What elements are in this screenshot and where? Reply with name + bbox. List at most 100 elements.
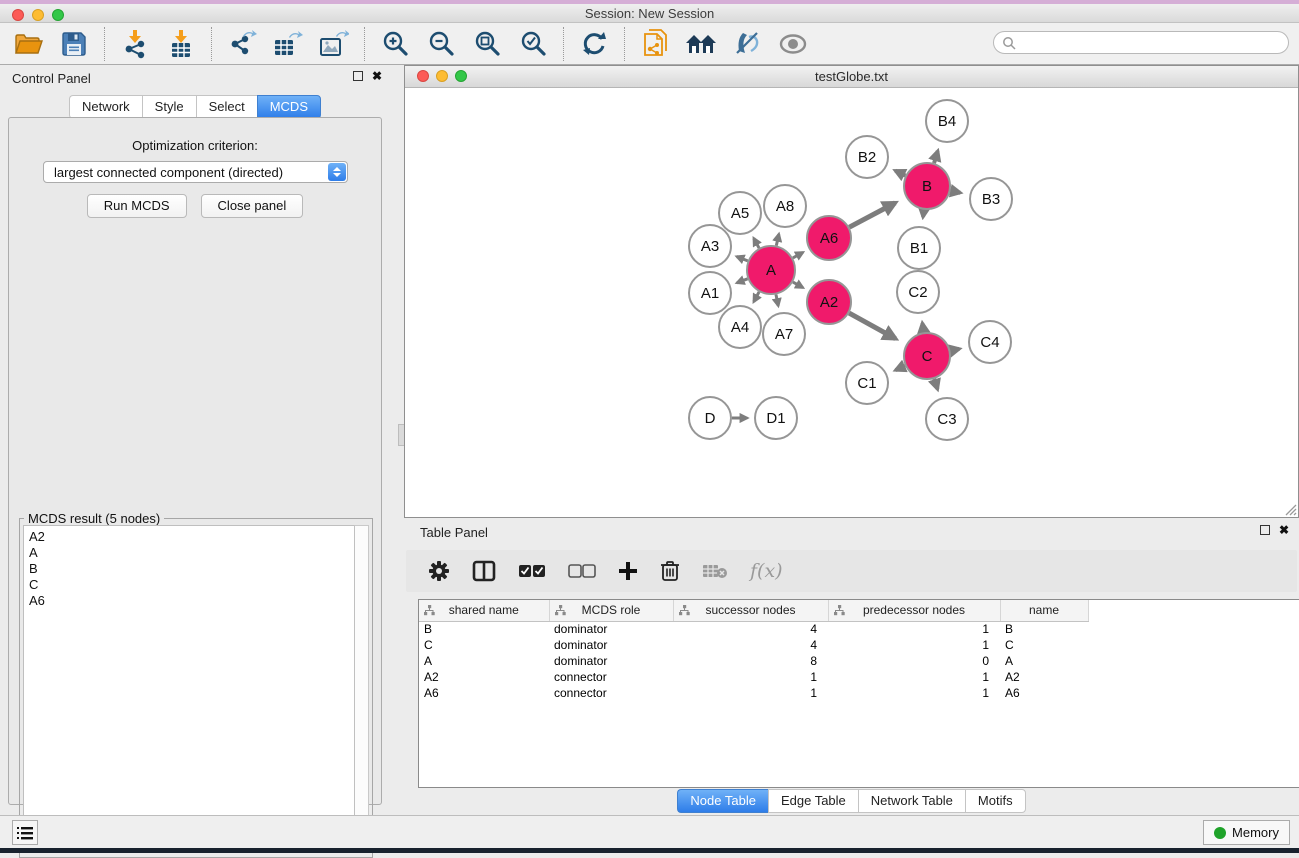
table-close-panel-icon[interactable]: ✖ [1279, 525, 1289, 535]
close-panel-button[interactable]: Close panel [201, 194, 304, 218]
search-input[interactable] [993, 31, 1289, 54]
table-cell[interactable]: connector [549, 669, 673, 685]
result-item[interactable]: A6 [29, 593, 349, 609]
tab-style[interactable]: Style [142, 95, 196, 119]
edge-C-C2[interactable] [922, 323, 923, 332]
edge-B-B1[interactable] [923, 210, 924, 217]
show-column-icon[interactable] [472, 560, 496, 582]
column-header-successor-nodes[interactable]: successor nodes [673, 600, 828, 621]
edge-C-C3[interactable] [934, 379, 937, 389]
edge-A6-B[interactable] [849, 203, 895, 227]
edge-A-A2[interactable] [793, 282, 803, 288]
edge-B-B3[interactable] [951, 191, 961, 193]
edge-A2-C[interactable] [849, 313, 895, 339]
network-from-clipboard-icon[interactable] [637, 27, 673, 61]
unselect-all-columns-icon[interactable] [568, 564, 596, 578]
zoom-selected-icon[interactable] [515, 27, 551, 61]
table-cell[interactable]: A6 [419, 685, 549, 701]
table-cell[interactable]: C [1000, 637, 1088, 653]
edge-A-A8[interactable] [776, 234, 779, 245]
tab-network[interactable]: Network [69, 95, 142, 119]
delete-column-icon[interactable] [660, 560, 680, 582]
resize-grip-icon[interactable] [1283, 502, 1297, 516]
edge-A-A7[interactable] [776, 294, 778, 305]
close-panel-icon[interactable]: ✖ [372, 71, 382, 81]
table-cell[interactable]: 4 [673, 621, 828, 637]
export-table-icon[interactable] [270, 27, 306, 61]
table-cell[interactable]: 1 [828, 669, 1000, 685]
memory-button[interactable]: Memory [1203, 820, 1290, 845]
result-list-scrollbar[interactable] [354, 525, 369, 853]
edge-A-A3[interactable] [737, 257, 748, 261]
zoom-in-icon[interactable] [377, 27, 413, 61]
tab-motifs[interactable]: Motifs [965, 789, 1026, 813]
tab-node-table[interactable]: Node Table [677, 789, 768, 813]
apply-layout-icon[interactable] [576, 27, 612, 61]
column-header-name[interactable]: name [1000, 600, 1088, 621]
delete-table-icon[interactable] [702, 563, 728, 579]
edge-A-A1[interactable] [737, 279, 748, 283]
zoom-fit-icon[interactable] [469, 27, 505, 61]
edge-C-C1[interactable] [896, 366, 905, 370]
table-cell[interactable]: 1 [828, 621, 1000, 637]
table-gear-icon[interactable] [428, 560, 450, 582]
network-canvas[interactable]: B4B2BB3A8A5A6B1A3AA1C2A2A4A7C4CC1C3DD1 [406, 89, 1297, 517]
table-cell[interactable]: 4 [673, 637, 828, 653]
table-cell[interactable]: 1 [828, 637, 1000, 653]
task-history-button[interactable] [12, 820, 38, 845]
import-network-icon[interactable] [117, 27, 153, 61]
table-cell[interactable]: B [419, 621, 549, 637]
select-all-columns-icon[interactable] [518, 564, 546, 578]
column-header-predecessor-nodes[interactable]: predecessor nodes [828, 600, 1000, 621]
tab-select[interactable]: Select [196, 95, 257, 119]
import-table-icon[interactable] [163, 27, 199, 61]
table-cell[interactable]: 8 [673, 653, 828, 669]
save-session-icon[interactable] [56, 27, 92, 61]
export-network-icon[interactable] [224, 27, 260, 61]
tab-network-table[interactable]: Network Table [858, 789, 965, 813]
optimization-criterion-select[interactable]: largest connected component (directed) [43, 161, 348, 183]
table-cell[interactable]: A2 [419, 669, 549, 685]
result-item[interactable]: B [29, 561, 349, 577]
table-row[interactable]: Cdominator41C [419, 637, 1088, 653]
edge-A-A4[interactable] [754, 292, 759, 302]
mcds-result-list[interactable]: A2ABCA6 [23, 525, 355, 853]
edge-B-B2[interactable] [895, 171, 905, 176]
cybrowser-home-icon[interactable] [683, 27, 719, 61]
result-item[interactable]: A2 [29, 529, 349, 545]
table-cell[interactable]: dominator [549, 637, 673, 653]
result-item[interactable]: C [29, 577, 349, 593]
table-row[interactable]: A2connector11A2 [419, 669, 1088, 685]
table-row[interactable]: A6connector11A6 [419, 685, 1088, 701]
zoom-out-icon[interactable] [423, 27, 459, 61]
table-cell[interactable]: 1 [673, 685, 828, 701]
hide-annotations-icon[interactable] [729, 27, 765, 61]
edge-B-B4[interactable] [934, 151, 938, 163]
result-item[interactable]: A [29, 545, 349, 561]
export-image-icon[interactable] [316, 27, 352, 61]
edge-A-A5[interactable] [754, 238, 759, 248]
table-cell[interactable]: C [419, 637, 549, 653]
table-cell[interactable]: A [1000, 653, 1088, 669]
table-row[interactable]: Bdominator41B [419, 621, 1088, 637]
table-cell[interactable]: A2 [1000, 669, 1088, 685]
tab-edge-table[interactable]: Edge Table [768, 789, 858, 813]
table-cell[interactable]: A [419, 653, 549, 669]
show-graphics-details-icon[interactable] [775, 27, 811, 61]
function-builder-icon[interactable]: f(x) [750, 560, 783, 582]
open-session-icon[interactable] [10, 27, 46, 61]
table-cell[interactable]: 1 [828, 685, 1000, 701]
table-cell[interactable]: A6 [1000, 685, 1088, 701]
edge-A-A6[interactable] [793, 252, 803, 258]
edge-C-C4[interactable] [950, 349, 959, 351]
column-header-shared-name[interactable]: shared name [419, 600, 549, 621]
table-float-panel-icon[interactable] [1260, 525, 1270, 535]
table-cell[interactable]: connector [549, 685, 673, 701]
run-mcds-button[interactable]: Run MCDS [87, 194, 187, 218]
table-cell[interactable]: 0 [828, 653, 1000, 669]
table-cell[interactable]: dominator [549, 653, 673, 669]
network-window-titlebar[interactable]: testGlobe.txt [405, 66, 1298, 88]
table-cell[interactable]: B [1000, 621, 1088, 637]
float-panel-icon[interactable] [353, 71, 363, 81]
column-header-MCDS-role[interactable]: MCDS role [549, 600, 673, 621]
